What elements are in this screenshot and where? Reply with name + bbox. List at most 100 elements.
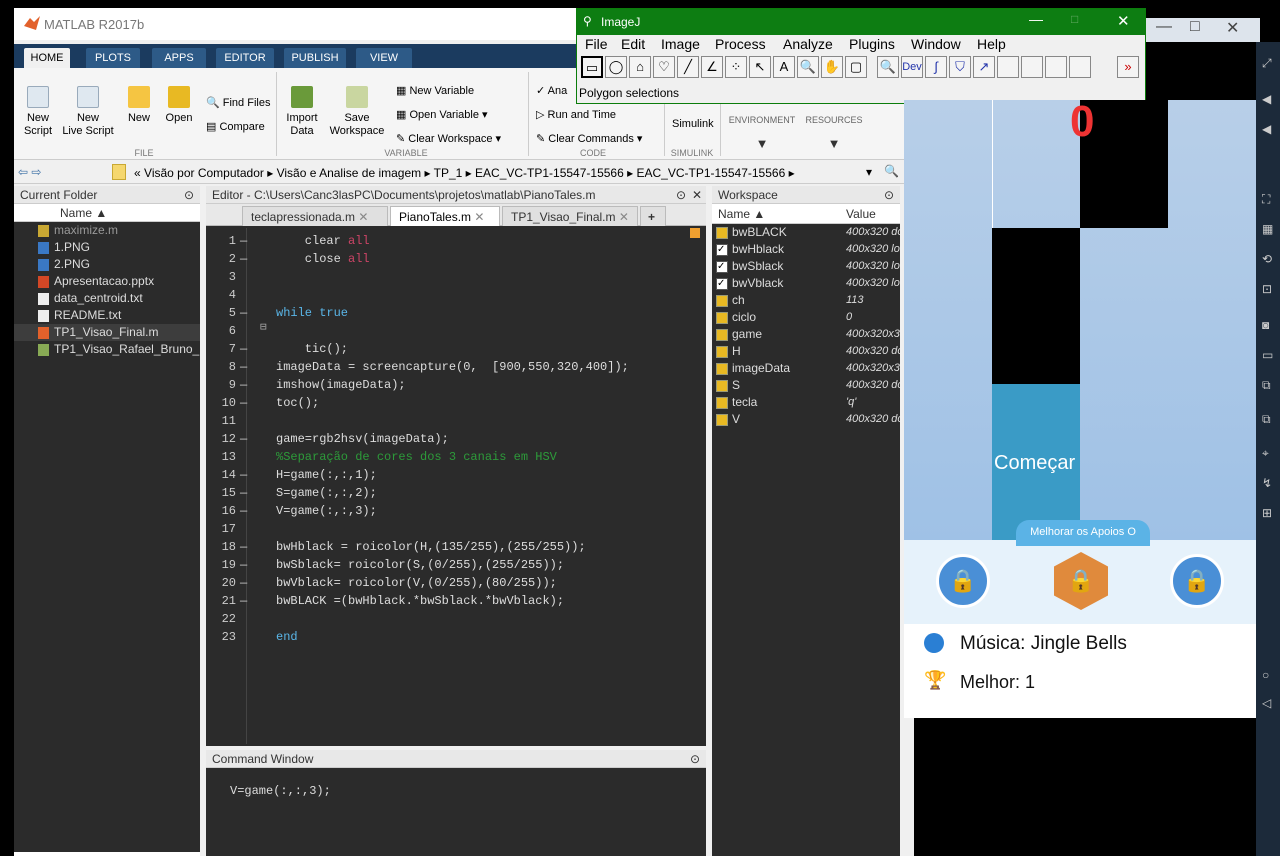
code-line[interactable]: bwSblack= roicolor(S,(0/255),(255/255));: [276, 558, 564, 572]
menu-window[interactable]: Window: [911, 36, 961, 52]
list-item[interactable]: data_centroid.txt: [14, 290, 200, 307]
compare-button[interactable]: ▤ Compare: [206, 120, 265, 133]
close-icon[interactable]: ✕: [619, 210, 629, 224]
list-item[interactable]: maximize.m: [14, 222, 200, 239]
breakpoint-marker[interactable]: —: [240, 504, 247, 518]
camera-icon[interactable]: ◙: [1262, 318, 1269, 332]
code-line[interactable]: H=game(:,:,1);: [276, 468, 377, 482]
menu-help[interactable]: Help: [977, 36, 1006, 52]
screenshot-icon[interactable]: ⛶: [1262, 192, 1270, 207]
breakpoint-marker[interactable]: —: [240, 486, 247, 500]
list-item[interactable]: Apresentacao.pptx: [14, 273, 200, 290]
close-icon[interactable]: ✕: [358, 210, 368, 224]
workspace-variable-row[interactable]: bwBLACK 400x320 do: [712, 224, 900, 241]
breakpoint-marker[interactable]: —: [240, 594, 247, 608]
new-variable-button[interactable]: ▦ New Variable: [396, 84, 474, 97]
breakpoint-marker[interactable]: —: [240, 468, 247, 482]
workspace-variable-row[interactable]: game 400x320x3: [712, 326, 900, 343]
arrow-tool-icon[interactable]: ↗: [973, 56, 995, 78]
open-button[interactable]: Open: [162, 86, 196, 125]
empty-tool-slot[interactable]: [1069, 56, 1091, 78]
breakpoint-marker[interactable]: —: [240, 576, 247, 590]
breakpoint-marker[interactable]: —: [240, 252, 247, 266]
column-header-name[interactable]: Name ▲: [14, 204, 200, 222]
point-tool-icon[interactable]: ⁘: [725, 56, 747, 78]
code-line[interactable]: %Separação de cores dos 3 canais em HSV: [276, 450, 557, 464]
breakpoint-marker[interactable]: —: [240, 396, 247, 410]
menu-file[interactable]: File: [585, 36, 608, 52]
menu-edit[interactable]: Edit: [621, 36, 645, 52]
environment-button[interactable]: ENVIRONMENT ▼: [722, 114, 802, 150]
code-line[interactable]: bwHblack = roicolor(H,(135/255),(255/255…: [276, 540, 586, 554]
menu-plugins[interactable]: Plugins: [849, 36, 895, 52]
workspace-variable-row[interactable]: ✓ bwVblack 400x320 lo: [712, 275, 900, 292]
hand-tool-icon[interactable]: ✋: [821, 56, 843, 78]
workspace-variable-row[interactable]: V 400x320 do: [712, 411, 900, 428]
workspace-variable-row[interactable]: ✓ bwHblack 400x320 lo: [712, 241, 900, 258]
tab-apps[interactable]: APPS: [152, 48, 206, 68]
folder-icon[interactable]: ▭: [1262, 348, 1273, 362]
workspace-variable-row[interactable]: S 400x320 do: [712, 377, 900, 394]
polygon-tool-icon[interactable]: ⌂: [629, 56, 651, 78]
tab-pianotales[interactable]: PianoTales.m ✕: [390, 206, 500, 226]
color-picker-tool-icon[interactable]: ▢: [845, 56, 867, 78]
clear-workspace-button[interactable]: ✎ Clear Workspace ▾: [396, 132, 501, 145]
close-icon[interactable]: ✕: [474, 210, 484, 224]
volume-down-icon[interactable]: ◀: [1262, 122, 1271, 136]
brush-tool-icon[interactable]: ∫: [925, 56, 947, 78]
code-line[interactable]: toc();: [276, 396, 319, 410]
code-line[interactable]: close all: [276, 252, 370, 266]
code-line[interactable]: bwBLACK =(bwHblack.*bwSblack.*bwVblack);: [276, 594, 564, 608]
code-area[interactable]: 1 — clear all 2 — close all 3 4 5 — while true 6 7…: [206, 228, 700, 744]
oval-tool-icon[interactable]: ◯: [605, 56, 627, 78]
code-line[interactable]: tic();: [276, 342, 348, 356]
code-line[interactable]: imageData = screencapture(0, [900,550,32…: [276, 360, 629, 374]
more-icon[interactable]: ⊞: [1262, 506, 1272, 520]
workspace-variable-row[interactable]: ✓ bwSblack 400x320 lo: [712, 258, 900, 275]
keyboard-icon[interactable]: ▦: [1262, 222, 1273, 236]
command-output[interactable]: V=game(:,:,3);: [230, 784, 331, 798]
empty-tool-slot[interactable]: [1045, 56, 1067, 78]
panel-menu-icon[interactable]: ⊙: [676, 186, 686, 203]
back-icon[interactable]: ◁: [1262, 696, 1271, 710]
workspace-variable-row[interactable]: ch 113: [712, 292, 900, 309]
new-script-button[interactable]: New Script: [18, 86, 58, 138]
freehand-tool-icon[interactable]: ♡: [653, 56, 675, 78]
breakpoint-marker[interactable]: —: [240, 360, 247, 374]
import-data-button[interactable]: Import Data: [282, 86, 322, 138]
analyze-code-button[interactable]: ✓ Ana: [536, 84, 567, 97]
tab-plots[interactable]: PLOTS: [86, 48, 140, 68]
text-tool-icon[interactable]: A: [773, 56, 795, 78]
code-line[interactable]: S=game(:,:,2);: [276, 486, 377, 500]
maximize-icon[interactable]: □: [1190, 18, 1200, 36]
developer-menu-button[interactable]: Dev: [901, 56, 923, 78]
address-dropdown-icon[interactable]: ▾: [866, 165, 872, 179]
multi-instance-icon[interactable]: ⧉: [1262, 412, 1271, 427]
new-live-script-button[interactable]: New Live Script: [60, 86, 116, 138]
save-workspace-button[interactable]: Save Workspace: [326, 86, 388, 138]
line-tool-icon[interactable]: ╱: [677, 56, 699, 78]
code-line[interactable]: imshow(imageData);: [276, 378, 406, 392]
breakpoint-marker[interactable]: —: [240, 432, 247, 446]
breakpoint-marker[interactable]: —: [240, 558, 247, 572]
close-icon[interactable]: ✕: [1226, 18, 1239, 38]
copy-icon[interactable]: ⧉: [1262, 378, 1271, 393]
tab-editor[interactable]: EDITOR: [216, 48, 274, 68]
list-item[interactable]: 2.PNG: [14, 256, 200, 273]
breakpoint-marker[interactable]: —: [240, 540, 247, 554]
fullscreen-icon[interactable]: ⤢: [1262, 56, 1272, 71]
tab-tp1-visao-final[interactable]: TP1_Visao_Final.m ✕: [502, 206, 638, 226]
empty-tool-slot[interactable]: [1021, 56, 1043, 78]
upgrade-banner[interactable]: Melhorar os Apoios O: [1016, 520, 1150, 546]
workspace-variable-row[interactable]: tecla 'q': [712, 394, 900, 411]
back-icon[interactable]: ⇦ ⇨: [18, 165, 41, 179]
open-variable-button[interactable]: ▦ Open Variable ▾: [396, 108, 488, 121]
angle-tool-icon[interactable]: ∠: [701, 56, 723, 78]
panel-menu-icon[interactable]: ⊙: [690, 750, 700, 768]
shake-icon[interactable]: ↯: [1262, 476, 1272, 490]
menu-process[interactable]: Process: [715, 36, 766, 52]
breakpoint-marker[interactable]: —: [240, 378, 247, 392]
tab-view[interactable]: VIEW: [356, 48, 412, 68]
simulink-button[interactable]: Simulink: [672, 118, 714, 130]
menu-image[interactable]: Image: [661, 36, 700, 52]
